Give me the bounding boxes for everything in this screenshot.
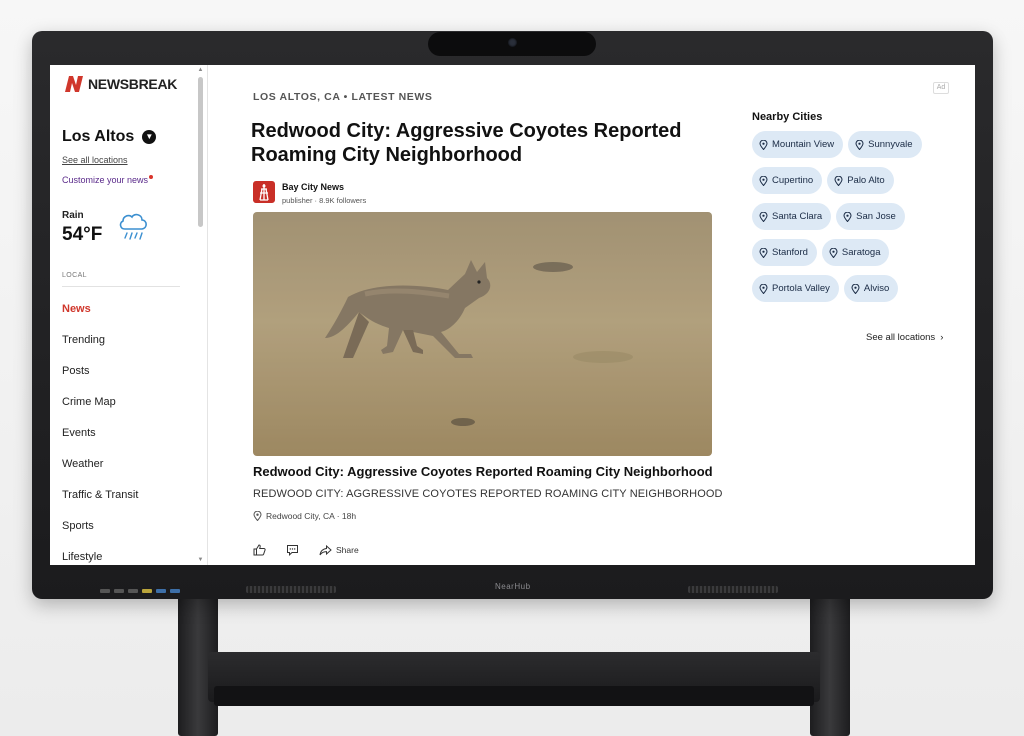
share-button[interactable]: Share [319, 544, 359, 556]
comment-button[interactable] [286, 544, 299, 556]
logo-wordmark: NEWSBREAK [88, 76, 178, 92]
customize-news-label: Customize your news [62, 175, 149, 185]
notification-dot [149, 175, 154, 179]
chevron-down-icon[interactable]: ▼ [142, 130, 157, 144]
city-chip-portola-valley[interactable]: Portola Valley [752, 275, 839, 302]
sidebar-nav: News Trending Posts Crime Map Events Wea… [62, 301, 138, 565]
sidebar: NEWSBREAK Los Altos ▼ See all locations … [50, 65, 208, 565]
stand-shelf-lip [214, 686, 814, 706]
city-chip-label: Stanford [772, 247, 808, 258]
article-main: LOS ALTOS, CA • LATEST NEWS Redwood City… [251, 65, 723, 565]
article-location-time: Redwood City, CA · 18h [253, 511, 356, 521]
city-chip-label: Saratoga [841, 247, 881, 258]
newsbreak-logo-icon [65, 76, 83, 92]
city-chip-stanford[interactable]: Stanford [752, 239, 817, 266]
monitor-ports [100, 589, 180, 593]
weather-condition: Rain [62, 210, 84, 221]
location-pin-icon [759, 211, 768, 222]
share-label: Share [336, 545, 359, 555]
city-chip-mountain-view[interactable]: Mountain View [752, 131, 844, 158]
location-pin-icon [759, 175, 768, 186]
nearby-cities-title: Nearby Cities [752, 111, 823, 123]
city-chip-san-jose[interactable]: San Jose [836, 203, 905, 230]
nav-item-sports[interactable]: Sports [62, 518, 138, 549]
nav-item-traffic-transit[interactable]: Traffic & Transit [62, 487, 138, 518]
monitor-brand: NearHub [495, 582, 531, 591]
location-pin-icon [759, 283, 768, 294]
browser-screen: NEWSBREAK Los Altos ▼ See all locations … [50, 65, 975, 565]
location-pin-icon [834, 175, 843, 186]
location-pin-icon [855, 139, 864, 150]
article-place-text: Redwood City, CA · 18h [266, 511, 357, 521]
nearby-cities-panel: Nearby Cities Mountain View Sunnyvale Cu… [752, 111, 952, 302]
city-chip-palo-alto[interactable]: Palo Alto [827, 167, 894, 194]
photo-scene: NearHub NEWSBREAK Los Altos ▼ See all lo… [0, 0, 1024, 736]
location-pin-icon [759, 247, 768, 258]
nav-item-events[interactable]: Events [62, 425, 138, 456]
article-headline: Redwood City: Aggressive Coyotes Reporte… [251, 120, 682, 166]
article-card-subtitle: REDWOOD CITY: AGGRESSIVE COYOTES REPORTE… [253, 488, 723, 500]
city-chip-label: Portola Valley [772, 283, 830, 294]
rain-cloud-icon [119, 213, 147, 240]
city-chip-sunnyvale[interactable]: Sunnyvale [848, 131, 922, 158]
see-all-locations-label: See all locations [866, 332, 936, 343]
divider [62, 286, 180, 287]
city-chip-label: Palo Alto [847, 175, 885, 186]
city-chip-label: Alviso [863, 283, 890, 294]
publisher-meta: publisher · 8.9K followers [282, 196, 367, 205]
location-name: Los Altos [62, 128, 135, 145]
nav-item-crime-map[interactable]: Crime Map [62, 394, 138, 425]
nav-item-lifestyle[interactable]: Lifestyle [62, 549, 138, 565]
nav-item-trending[interactable]: Trending [62, 332, 138, 363]
city-chip-label: Cupertino [772, 175, 814, 186]
speaker-grille-right [688, 586, 778, 593]
location-pin-icon [851, 283, 860, 294]
chevron-right-icon: › [940, 332, 944, 343]
scroll-down-arrow-icon[interactable]: ▼ [197, 557, 204, 563]
scroll-thumb[interactable] [198, 77, 203, 227]
share-icon [319, 544, 332, 555]
city-chip-label: Sunnyvale [868, 139, 913, 150]
sidebar-scrollbar[interactable]: ▲ ▼ [196, 65, 205, 565]
city-chip-label: San Jose [856, 211, 896, 222]
publisher-logo-icon[interactable] [253, 181, 275, 203]
like-button[interactable] [253, 544, 266, 556]
city-chip-alviso[interactable]: Alviso [843, 275, 899, 302]
nav-item-news[interactable]: News [62, 301, 138, 332]
ad-badge[interactable]: Ad [933, 82, 949, 94]
see-all-locations-link[interactable]: See all locations [62, 155, 128, 165]
location-pin-icon [829, 247, 838, 258]
location-selector[interactable]: Los Altos ▼ [62, 128, 157, 146]
site-logo[interactable]: NEWSBREAK [62, 72, 177, 96]
nav-item-posts[interactable]: Posts [62, 363, 138, 394]
thumbs-up-icon [253, 544, 266, 556]
article-photo[interactable] [253, 212, 712, 456]
nearby-cities-list: Mountain View Sunnyvale Cupertino Palo A… [752, 131, 927, 302]
section-label-local: LOCAL [62, 272, 87, 279]
city-chip-label: Mountain View [772, 139, 835, 150]
speaker-grille-left [246, 586, 336, 593]
article-actions: Share [253, 544, 359, 556]
weather-temperature: 54°F [62, 224, 103, 245]
customize-news-link[interactable]: Customize your news [62, 175, 154, 185]
publisher-name[interactable]: Bay City News [282, 182, 344, 192]
city-chip-cupertino[interactable]: Cupertino [752, 167, 823, 194]
location-pin-icon [253, 511, 262, 521]
scroll-up-arrow-icon[interactable]: ▲ [197, 67, 204, 73]
article-kicker: LOS ALTOS, CA • LATEST NEWS [253, 91, 433, 103]
article-card-title[interactable]: Redwood City: Aggressive Coyotes Reporte… [253, 464, 713, 479]
location-pin-icon [843, 211, 852, 222]
comment-icon [287, 545, 298, 556]
city-chip-label: Santa Clara [772, 211, 823, 222]
camera-lens [508, 38, 517, 47]
location-pin-icon [759, 139, 768, 150]
city-chip-santa-clara[interactable]: Santa Clara [752, 203, 832, 230]
see-all-locations-button[interactable]: See all locations › [866, 332, 943, 343]
city-chip-saratoga[interactable]: Saratoga [821, 239, 890, 266]
nav-item-weather[interactable]: Weather [62, 456, 138, 487]
